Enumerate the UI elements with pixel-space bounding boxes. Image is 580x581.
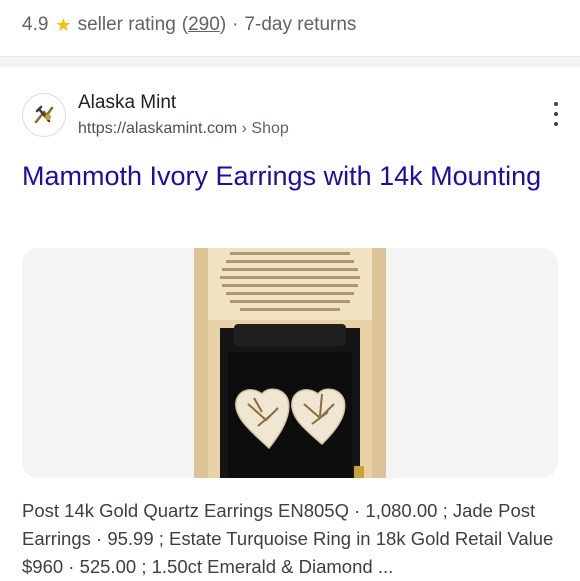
more-vert-icon[interactable] xyxy=(550,102,562,126)
site-url: https://alaskamint.com › Shop xyxy=(78,120,289,138)
star-icon: ★ xyxy=(55,14,72,35)
breadcrumb: Shop xyxy=(251,120,289,137)
separator: · xyxy=(232,14,239,35)
site-name: Alaska Mint xyxy=(78,92,177,113)
result-source[interactable]: Alaska Mint https://alaskamint.com › Sho… xyxy=(22,88,562,144)
seller-rating-row: 4.9 ★ seller rating (290) · 7-day return… xyxy=(22,12,356,38)
rating-count-link[interactable]: 290 xyxy=(188,14,220,36)
result-thumbnail[interactable] xyxy=(22,248,558,478)
returns-policy: 7-day returns xyxy=(244,14,357,35)
breadcrumb-separator: › xyxy=(241,120,247,137)
site-favicon-icon xyxy=(22,93,66,137)
url-text: https://alaskamint.com xyxy=(78,120,238,137)
rating-score: 4.9 xyxy=(22,14,49,35)
result-divider xyxy=(0,56,580,67)
earrings-box-image xyxy=(22,248,558,478)
rating-label: seller rating xyxy=(77,14,176,35)
rating-count-close: ) xyxy=(219,14,227,35)
result-title-link[interactable]: Mammoth Ivory Earrings with 14k Mounting xyxy=(22,158,542,194)
result-snippet: Post 14k Gold Quartz Earrings EN805Q · 1… xyxy=(22,500,554,577)
